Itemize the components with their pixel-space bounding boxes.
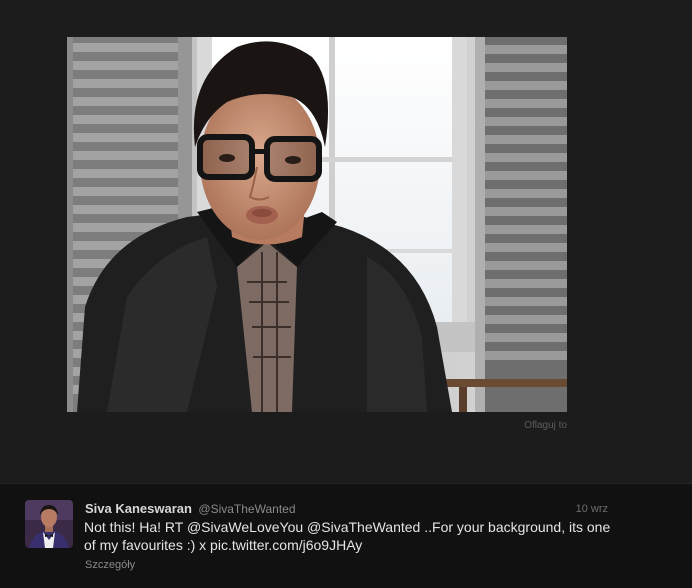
mention-link[interactable]: @SivaWeLoveYou <box>187 519 303 535</box>
avatar[interactable] <box>25 500 73 548</box>
tweet-text: Not this! Ha! RT @SivaWeLoveYou @SivaThe… <box>84 518 624 554</box>
tweet-header: Siva Kaneswaran @SivaTheWanted <box>85 500 296 518</box>
tweet-text-part: Not this! Ha! RT <box>84 519 187 535</box>
mention-link[interactable]: @SivaTheWanted <box>307 519 420 535</box>
tweet-panel: Siva Kaneswaran @SivaTheWanted 10 wrz No… <box>0 483 692 588</box>
pic-link[interactable]: pic.twitter.com/j6o9JHAy <box>210 537 362 553</box>
flag-link[interactable]: Oflaguj to <box>524 420 567 431</box>
photo-image <box>67 37 567 412</box>
avatar-image <box>25 500 73 548</box>
author-handle[interactable]: @SivaTheWanted <box>198 502 295 516</box>
author-name[interactable]: Siva Kaneswaran <box>85 501 192 516</box>
details-link[interactable]: Szczegóły <box>85 559 135 571</box>
tweet-photo[interactable] <box>67 37 567 412</box>
media-viewer: Oflaguj to <box>0 0 692 483</box>
tweet-timestamp[interactable]: 10 wrz <box>576 503 608 515</box>
